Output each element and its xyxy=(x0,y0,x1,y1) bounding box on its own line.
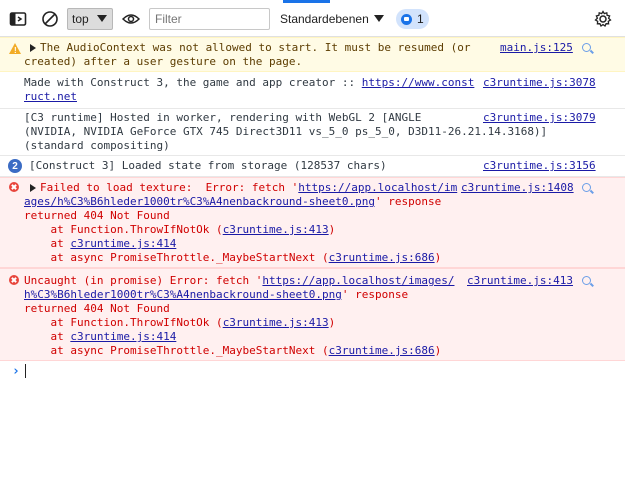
console-message-log: [C3 runtime] Hosted in worker, rendering… xyxy=(0,109,625,156)
stack-frame-text: at Function.ThrowIfNotOk ( xyxy=(24,316,223,329)
stack-frame-text: at Function.ThrowIfNotOk ( xyxy=(24,223,223,236)
message-text: [C3 runtime] Hosted in worker, rendering… xyxy=(24,111,422,124)
texture-url-link[interactable]: https://app.localhost/images/ xyxy=(262,274,454,287)
console-message-error: Failed to load texture: Error: fetch 'ht… xyxy=(0,177,625,268)
message-text: ruct.net xyxy=(24,90,77,104)
message-text: Failed to load texture: Error: fetch 'ht… xyxy=(40,181,457,195)
message-text: The AudioContext was not allowed to star… xyxy=(40,41,471,54)
stack-frame-text: ) xyxy=(434,251,442,264)
message-text: returned 404 Not Found xyxy=(24,209,170,222)
texture-url-link-cont[interactable]: ages/h%C3%B6hleder1000tr%C3%A4nenbackrou… xyxy=(24,195,375,208)
search-magnifier-icon[interactable] xyxy=(582,43,591,52)
message-text-part: ' response xyxy=(375,195,442,208)
stack-link[interactable]: c3runtime.js:686 xyxy=(329,344,435,357)
message-text-part: Uncaught (in promise) Error: fetch ' xyxy=(24,274,263,287)
message-text-part: ' response xyxy=(341,288,409,301)
stack-frame: at async PromiseThrottle._MaybeStartNext… xyxy=(24,251,441,265)
stack-link[interactable]: c3runtime.js:686 xyxy=(329,251,435,264)
log-levels-label: Standardebenen xyxy=(280,12,369,26)
console-toolbar: top Standardebenen 1 xyxy=(0,0,625,37)
message-text: ages/h%C3%B6hleder1000tr%C3%A4nenbackrou… xyxy=(24,195,441,209)
prompt-chevron-icon: › xyxy=(12,364,20,379)
stack-frame-text: at async PromiseThrottle._MaybeStartNext… xyxy=(24,344,329,357)
expand-triangle-icon[interactable] xyxy=(30,44,36,52)
warning-icon: ! xyxy=(9,43,21,55)
filter-input[interactable] xyxy=(149,8,270,30)
stack-frame-text: ) xyxy=(328,316,336,329)
clear-console-icon[interactable] xyxy=(39,8,61,30)
stack-frame-text: at async PromiseThrottle._MaybeStartNext… xyxy=(24,251,329,264)
messages-badge[interactable]: 1 xyxy=(396,9,429,29)
stack-link[interactable]: c3runtime.js:413 xyxy=(223,223,329,236)
message-text-part: Made with Construct 3, the game and app … xyxy=(24,76,362,89)
stack-frame-text: ) xyxy=(328,223,336,236)
messages-badge-icon xyxy=(401,13,412,25)
stack-frame: at c3runtime.js:414 xyxy=(24,237,176,251)
stack-link[interactable]: c3runtime.js:414 xyxy=(70,330,176,343)
expand-triangle-icon[interactable] xyxy=(30,184,36,192)
error-icon xyxy=(9,182,19,192)
texture-url-link[interactable]: https://app.localhost/im xyxy=(298,181,457,194)
search-magnifier-icon[interactable] xyxy=(582,183,591,192)
stack-frame-text: at xyxy=(24,330,71,343)
source-link[interactable]: c3runtime.js:413 xyxy=(467,274,573,288)
console-message-log: 2 [Construct 3] Loaded state from storag… xyxy=(0,156,625,177)
stack-frame: at c3runtime.js:414 xyxy=(24,330,176,344)
console-message-warning: ! The AudioContext was not allowed to st… xyxy=(0,37,625,72)
messages-count: 1 xyxy=(417,12,424,26)
message-text: (NVIDIA, NVIDIA GeForce GTX 745 Direct3D… xyxy=(24,125,548,138)
message-text: created) after a user gesture on the pag… xyxy=(24,55,303,68)
message-text: returned 404 Not Found xyxy=(24,302,170,315)
log-levels-dropdown[interactable]: Standardebenen xyxy=(280,8,388,30)
message-text: (standard compositing) xyxy=(24,139,170,152)
message-text: [Construct 3] Loaded state from storage … xyxy=(29,159,387,172)
source-link[interactable]: c3runtime.js:1408 xyxy=(461,181,574,195)
repeat-count-badge: 2 xyxy=(8,159,22,173)
source-link[interactable]: main.js:125 xyxy=(500,41,573,55)
console-message-log: Made with Construct 3, the game and app … xyxy=(0,72,625,109)
message-text: Made with Construct 3, the game and app … xyxy=(24,76,474,90)
message-text: h%C3%B6hleder1000tr%C3%A4nenbackround-sh… xyxy=(24,288,408,302)
search-magnifier-icon[interactable] xyxy=(582,276,591,285)
texture-url-link-cont[interactable]: h%C3%B6hleder1000tr%C3%A4nenbackround-sh… xyxy=(24,288,342,301)
source-link[interactable]: c3runtime.js:3079 xyxy=(483,111,596,125)
construct-url-link-cont[interactable]: ruct.net xyxy=(24,90,77,103)
error-icon xyxy=(9,275,19,285)
stack-frame: at async PromiseThrottle._MaybeStartNext… xyxy=(24,344,441,358)
context-selector-label: top xyxy=(72,12,89,26)
chevron-down-icon xyxy=(374,15,384,22)
message-text: Uncaught (in promise) Error: fetch 'http… xyxy=(24,274,454,288)
source-link[interactable]: c3runtime.js:3078 xyxy=(483,76,596,90)
stack-link[interactable]: c3runtime.js:414 xyxy=(70,237,176,250)
stack-link[interactable]: c3runtime.js:413 xyxy=(223,316,329,329)
stack-frame-text: at xyxy=(24,237,71,250)
construct-url-link[interactable]: https://www.const xyxy=(362,76,475,89)
stack-frame-text: ) xyxy=(434,344,442,357)
active-tab-indicator xyxy=(283,0,330,3)
stack-frame: at Function.ThrowIfNotOk (c3runtime.js:4… xyxy=(24,316,335,330)
console-message-error: Uncaught (in promise) Error: fetch 'http… xyxy=(0,268,625,361)
stack-frame: at Function.ThrowIfNotOk (c3runtime.js:4… xyxy=(24,223,335,237)
source-link[interactable]: c3runtime.js:3156 xyxy=(483,159,596,173)
message-text-part: Failed to load texture: Error: fetch ' xyxy=(40,181,299,194)
sidebar-toggle-icon[interactable] xyxy=(8,9,28,29)
settings-gear-icon[interactable] xyxy=(593,9,613,29)
chevron-down-icon xyxy=(97,15,107,22)
context-selector[interactable]: top xyxy=(67,8,113,30)
live-expression-eye-icon[interactable] xyxy=(120,9,142,29)
console-input-caret[interactable] xyxy=(25,364,26,378)
